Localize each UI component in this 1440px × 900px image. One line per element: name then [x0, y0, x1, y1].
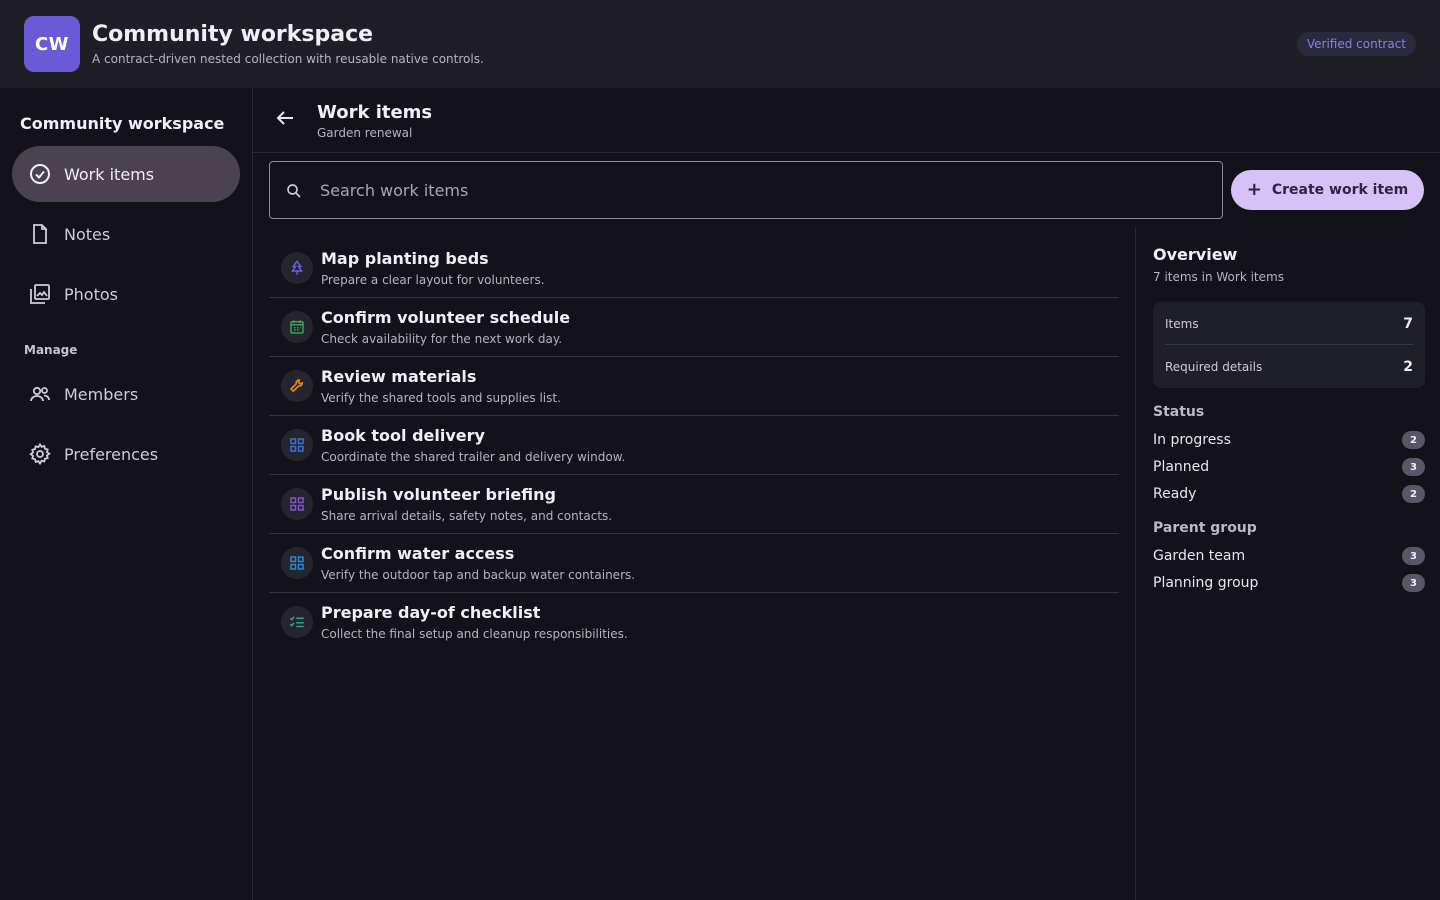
plus-icon: + — [1246, 179, 1262, 200]
filter-label: Planning group — [1153, 575, 1259, 591]
wrench-icon — [281, 370, 313, 402]
tree-icon — [281, 252, 313, 284]
list-item[interactable]: Map planting beds Prepare a clear layout… — [269, 239, 1119, 298]
sidebar-item-label: Members — [64, 384, 139, 404]
stat-label: Items — [1165, 316, 1199, 331]
count-badge: 3 — [1402, 574, 1425, 592]
sidebar-item-preferences[interactable]: Preferences — [12, 426, 240, 482]
count-badge: 3 — [1402, 458, 1425, 476]
people-icon — [30, 386, 50, 402]
status-filter-planned[interactable]: Planned 3 — [1153, 456, 1425, 478]
check-circle-icon — [30, 164, 50, 184]
back-arrow-icon[interactable] — [273, 106, 297, 130]
stat-required-details: Required details 2 — [1165, 345, 1413, 388]
status-filter-in-progress[interactable]: In progress 2 — [1153, 429, 1425, 451]
stats-card: Items 7 Required details 2 — [1153, 302, 1425, 388]
item-description: Collect the final setup and cleanup resp… — [321, 627, 628, 641]
status-section-label: Status — [1153, 404, 1205, 420]
parent-filter-planning-group[interactable]: Planning group 3 — [1153, 572, 1425, 594]
page-title: Work items — [317, 102, 433, 123]
filter-label: Planned — [1153, 459, 1210, 475]
item-title: Review materials — [321, 367, 477, 386]
item-description: Prepare a clear layout for volunteers. — [321, 273, 545, 287]
item-title: Confirm water access — [321, 544, 515, 563]
stat-value: 2 — [1403, 358, 1413, 375]
status-filter-ready[interactable]: Ready 2 — [1153, 483, 1425, 505]
document-icon — [33, 224, 47, 244]
stat-value: 7 — [1403, 315, 1413, 332]
workspace-title: Community workspace — [20, 114, 225, 133]
list-item[interactable]: Confirm volunteer schedule Check availab… — [269, 298, 1119, 357]
app-logo: CW — [24, 16, 80, 72]
verified-contract-badge: Verified contract — [1296, 32, 1416, 56]
sidebar-item-photos[interactable]: Photos — [12, 266, 240, 322]
count-badge: 3 — [1402, 547, 1425, 565]
sidebar-item-work-items[interactable]: Work items — [12, 146, 240, 202]
item-description: Verify the shared tools and supplies lis… — [321, 391, 561, 405]
sidebar: Community workspace Work items Notes Pho… — [0, 88, 253, 900]
grid-icon — [281, 429, 313, 461]
list-item[interactable]: Prepare day-of checklist Collect the fin… — [269, 593, 1119, 652]
manage-section-label: Manage — [24, 343, 78, 357]
overview-title: Overview — [1153, 245, 1238, 264]
checklist-icon — [281, 606, 313, 638]
sidebar-item-notes[interactable]: Notes — [12, 206, 240, 262]
app-subtitle: A contract-driven nested collection with… — [92, 52, 484, 66]
grid-icon — [281, 488, 313, 520]
overview-panel: Overview 7 items in Work items Items 7 R… — [1135, 227, 1440, 900]
item-title: Publish volunteer briefing — [321, 485, 556, 504]
item-description: Check availability for the next work day… — [321, 332, 563, 346]
item-description: Share arrival details, safety notes, and… — [321, 509, 613, 523]
item-title: Book tool delivery — [321, 426, 485, 445]
page-subtitle: Garden renewal — [317, 126, 413, 140]
count-badge: 2 — [1402, 431, 1425, 449]
list-item[interactable]: Review materials Verify the shared tools… — [269, 357, 1119, 416]
create-work-item-label: Create work item — [1271, 182, 1409, 198]
list-item[interactable]: Publish volunteer briefing Share arrival… — [269, 475, 1119, 534]
item-title: Prepare day-of checklist — [321, 603, 541, 622]
page-header: Work items Garden renewal — [253, 88, 1440, 153]
item-description: Coordinate the shared trailer and delive… — [321, 450, 626, 464]
sidebar-item-label: Photos — [64, 284, 118, 304]
list-item[interactable]: Book tool delivery Coordinate the shared… — [269, 416, 1119, 475]
photos-icon — [30, 284, 50, 304]
gear-icon — [29, 442, 51, 466]
stat-items: Items 7 — [1165, 302, 1413, 345]
parent-group-section-label: Parent group — [1153, 520, 1257, 536]
calendar-icon — [281, 311, 313, 343]
filter-label: Ready — [1153, 486, 1197, 502]
work-items-list: Map planting beds Prepare a clear layout… — [269, 239, 1119, 652]
filter-label: Garden team — [1153, 548, 1246, 564]
sidebar-item-label: Work items — [64, 164, 155, 184]
item-title: Confirm volunteer schedule — [321, 308, 571, 327]
filter-label: In progress — [1153, 432, 1231, 448]
create-work-item-button[interactable]: + Create work item — [1231, 170, 1424, 210]
sidebar-item-members[interactable]: Members — [12, 366, 240, 422]
app-title: Community workspace — [92, 22, 374, 47]
overview-subtitle: 7 items in Work items — [1153, 270, 1284, 284]
stat-label: Required details — [1165, 359, 1263, 374]
search-box — [269, 161, 1223, 219]
count-badge: 2 — [1402, 485, 1425, 503]
parent-filter-garden-team[interactable]: Garden team 3 — [1153, 545, 1425, 567]
item-title: Map planting beds — [321, 249, 489, 268]
app-header: CW Community workspace A contract-driven… — [0, 0, 1440, 88]
search-icon — [287, 184, 301, 198]
grid-icon — [281, 547, 313, 579]
search-input[interactable] — [320, 162, 1200, 218]
list-item[interactable]: Confirm water access Verify the outdoor … — [269, 534, 1119, 593]
sidebar-item-label: Preferences — [64, 444, 159, 464]
item-description: Verify the outdoor tap and backup water … — [321, 568, 636, 582]
sidebar-item-label: Notes — [64, 224, 111, 244]
